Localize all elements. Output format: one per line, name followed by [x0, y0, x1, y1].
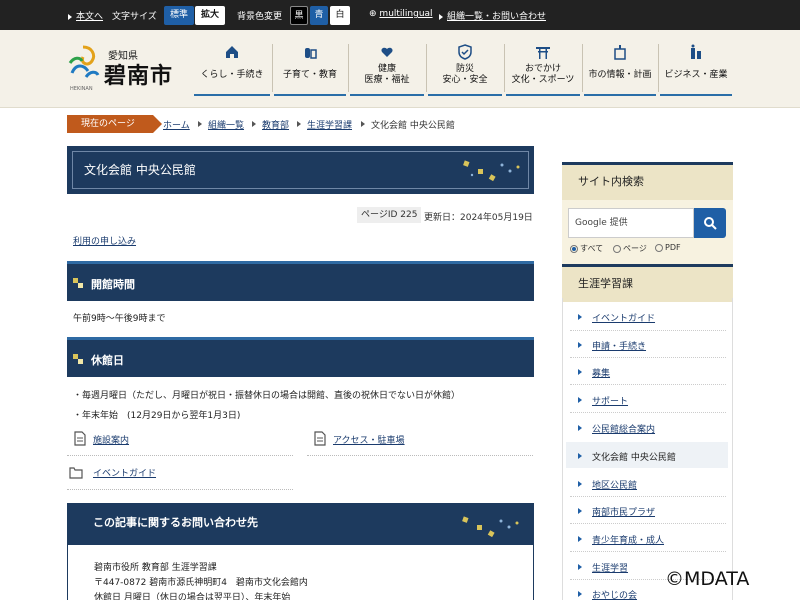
sidebar-item-kominkan-guide[interactable]: 公民館総合案内 — [578, 422, 655, 435]
decorative-sparkle-icon — [462, 516, 519, 538]
site-search-heading: サイト内検索 — [562, 162, 733, 200]
bg-white-button[interactable]: 白 — [330, 6, 350, 25]
contact-line-3: 休館日 月曜日（休日の場合は翌平日）、年末年始 — [94, 593, 291, 600]
nav-culture[interactable]: おでかけ 文化・スポーツ — [506, 40, 580, 96]
event-guide-link[interactable]: イベントガイド — [93, 466, 156, 479]
closed-heading: 休館日 — [91, 354, 124, 367]
breadcrumb-home[interactable]: ホーム — [163, 118, 190, 131]
page-title: 文化会館 中央公民館 — [84, 163, 196, 177]
nav-living[interactable]: くらし・手続き — [194, 40, 270, 96]
hours-text: 午前9時～午後9時まで — [73, 314, 166, 324]
multilingual-link[interactable]: ⊕ multilingual — [369, 9, 433, 19]
document-icon — [74, 431, 86, 446]
sidebar-item-nanbu-plaza[interactable]: 南部市民プラザ — [578, 505, 655, 518]
sidebar-item-applications[interactable]: 申請・手続き — [578, 339, 646, 352]
text-size-label: 文字サイズ — [112, 12, 157, 22]
section-heading: 生涯学習課 — [562, 264, 733, 302]
house-icon — [223, 44, 241, 62]
text-size-large-button[interactable]: 拡大 — [195, 6, 225, 25]
skip-to-content-link[interactable]: 本文へ — [68, 9, 103, 22]
logo-city-name[interactable]: 碧南市 — [104, 58, 173, 90]
contact-heading: この記事に関するお問い合わせ先 — [93, 516, 258, 529]
breadcrumb-current: 文化会館 中央公民館 — [371, 121, 455, 131]
nav-culture-label: おでかけ 文化・スポーツ — [511, 64, 575, 85]
nav-childcare[interactable]: 子育て・教育 — [274, 40, 346, 96]
nav-city-info[interactable]: 市の情報・計画 — [584, 40, 656, 96]
heading-square-icon — [73, 354, 83, 364]
nav-business[interactable]: ビジネス・産業 — [660, 40, 732, 96]
city-hall-icon — [611, 44, 629, 62]
nav-safety-label: 防災 安心・安全 — [442, 64, 488, 85]
page-id: ページID 225 — [357, 207, 422, 223]
folder-icon — [69, 467, 83, 479]
closed-heading-bar: 休館日 — [67, 337, 534, 377]
sidebar-item-district-kominkan[interactable]: 地区公民館 — [578, 478, 637, 491]
bg-blue-button[interactable]: 青 — [310, 6, 328, 25]
heading-square-icon — [73, 278, 83, 288]
search-input[interactable]: Google 提供 — [568, 208, 694, 238]
radio-all[interactable]: すべて — [570, 243, 603, 254]
sidebar-item-support[interactable]: サポート — [578, 394, 628, 407]
breadcrumb-chevron-icon — [361, 121, 365, 127]
search-icon — [704, 217, 717, 230]
breadcrumb-org-list[interactable]: 組織一覧 — [208, 118, 244, 131]
shield-icon — [456, 44, 474, 62]
breadcrumb-chevron-icon — [198, 121, 202, 127]
baby-bottle-icon — [301, 44, 319, 62]
contact-heading-bar: この記事に関するお問い合わせ先 — [67, 503, 534, 545]
contact-line-2: 〒447-0872 碧南市源氏神明町4 碧南市文化会館内 — [94, 578, 308, 588]
decorative-sparkle-icon — [463, 160, 520, 182]
text-size-standard-button[interactable]: 標準 — [164, 6, 194, 25]
hours-heading-bar: 開館時間 — [67, 261, 534, 301]
heart-hand-icon — [378, 44, 396, 62]
nav-safety[interactable]: 防災 安心・安全 — [428, 40, 502, 96]
closed-line-2: ・年末年始 (12月29日から翌年1月3日) — [73, 411, 241, 421]
watermark: ©MDATA — [665, 568, 750, 590]
sidebar-item-recruitment[interactable]: 募集 — [578, 366, 610, 379]
radio-page[interactable]: ページ — [613, 243, 647, 254]
logo-english: HEKINAN — [70, 86, 93, 92]
utility-bar: 本文へ 文字サイズ 標準 拡大 背景色変更 黒 青 白 ⊕ multilingu… — [0, 0, 800, 30]
breadcrumb-chevron-icon — [297, 121, 301, 127]
breadcrumb-lifelong[interactable]: 生涯学習課 — [307, 118, 352, 131]
search-button[interactable] — [694, 208, 726, 238]
bg-color-label: 背景色変更 — [237, 12, 283, 22]
radio-pdf[interactable]: PDF — [655, 243, 681, 252]
current-page-tag: 現在のページ — [67, 115, 162, 133]
sidebar-item-current: 文化会館 中央公民館 — [578, 450, 676, 463]
city-logo-icon[interactable] — [66, 43, 100, 83]
sidebar-item-youth[interactable]: 青少年育成・成人 — [578, 533, 664, 546]
bg-black-button[interactable]: 黒 — [290, 6, 308, 25]
site-header: 愛知県 碧南市 HEKINAN くらし・手続き 子育て・教育 健康 医療・福祉 防… — [0, 30, 800, 108]
breadcrumb-education[interactable]: 教育部 — [262, 118, 289, 131]
breadcrumb-chevron-icon — [252, 121, 256, 127]
hours-heading: 開館時間 — [91, 278, 135, 291]
shrine-icon — [534, 44, 552, 62]
updated-date: 更新日：2024年05月19日 — [424, 213, 533, 223]
closed-line-1: ・毎週月曜日（ただし、月曜日が祝日・振替休日の場合は開館、直後の祝休日でない日が… — [73, 391, 461, 401]
access-parking-link[interactable]: アクセス・駐車場 — [333, 433, 405, 446]
sidebar-item-oyaji[interactable]: おやじの会 — [578, 588, 637, 600]
nav-health-label: 健康 医療・福祉 — [364, 64, 410, 85]
apply-link[interactable]: 利用の申し込み — [73, 234, 136, 247]
sidebar-item-lifelong[interactable]: 生涯学習 — [578, 561, 628, 574]
nav-health[interactable]: 健康 医療・福祉 — [350, 40, 424, 96]
org-contact-link[interactable]: 組織一覧・お問い合わせ — [439, 9, 546, 22]
sidebar-item-event-guide[interactable]: イベントガイド — [578, 311, 655, 324]
page-title-banner: 文化会館 中央公民館 — [67, 146, 534, 194]
contact-line-1: 碧南市役所 教育部 生涯学習課 — [94, 563, 217, 573]
facility-guide-link[interactable]: 施設案内 — [93, 433, 129, 446]
business-icon — [687, 44, 705, 62]
globe-icon: ⊕ — [369, 9, 377, 19]
document-icon — [314, 431, 326, 446]
